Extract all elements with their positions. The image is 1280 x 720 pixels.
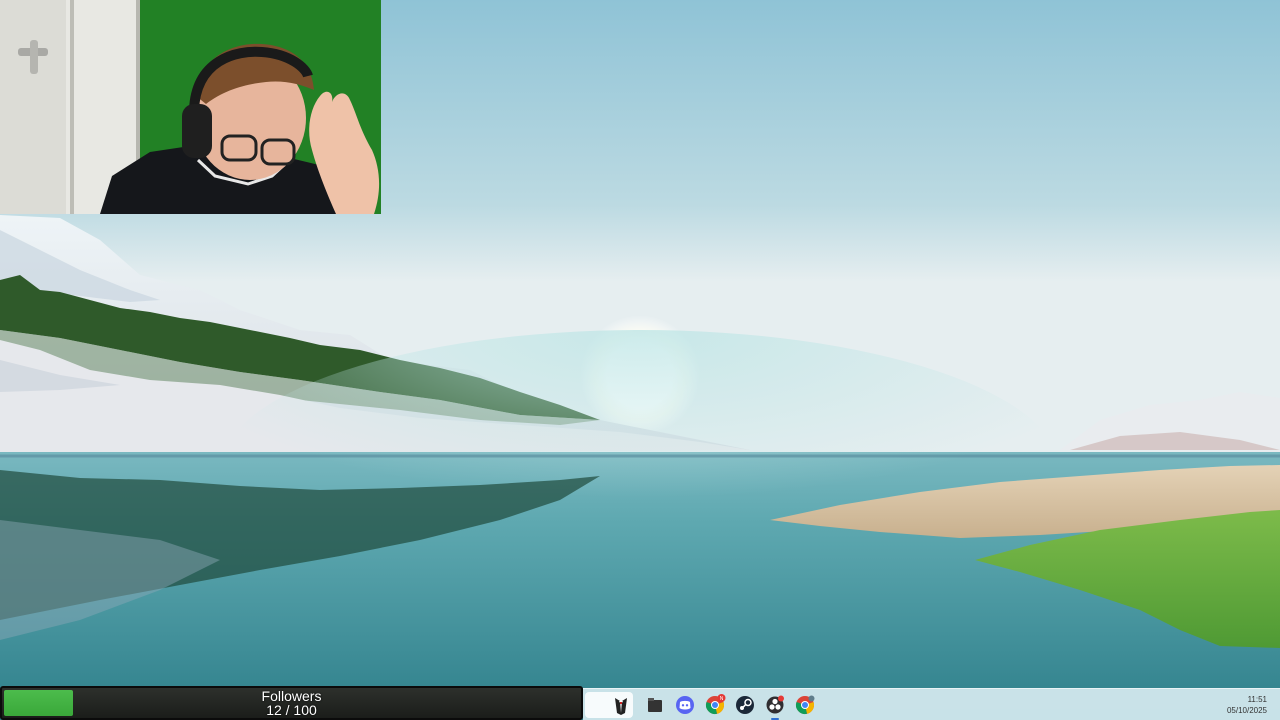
chrome-alt-icon[interactable]: [793, 693, 817, 717]
desktop: Followers 12 / 100 N 11:51 05/10/2025: [0, 0, 1280, 720]
follower-goal-count: 12 / 100: [266, 702, 317, 718]
obs-tuxedo-icon[interactable]: [609, 693, 633, 717]
taskbar: N 11:51 05/10/2025: [583, 688, 1280, 720]
clock-time: 11:51: [1247, 695, 1267, 704]
svg-text:N: N: [720, 696, 724, 702]
follower-goal-text: Followers 12 / 100: [2, 689, 581, 717]
webcam-feed: [0, 0, 381, 214]
follower-goal-title: Followers: [261, 688, 322, 704]
obs-studio-icon[interactable]: [763, 693, 787, 720]
taskbar-clock[interactable]: 11:51 05/10/2025: [1227, 694, 1267, 716]
clock-date: 05/10/2025: [1226, 706, 1267, 715]
steam-icon[interactable]: [733, 693, 757, 717]
file-explorer-icon[interactable]: [643, 693, 667, 717]
chrome-icon[interactable]: N: [703, 693, 727, 717]
discord-icon[interactable]: [673, 693, 697, 717]
follower-goal-bar: Followers 12 / 100: [0, 686, 583, 720]
webcam-overlay: [0, 0, 381, 214]
